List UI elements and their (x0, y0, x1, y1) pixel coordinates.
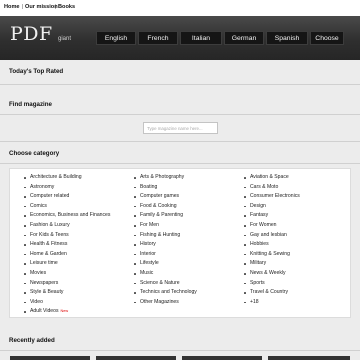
divider (0, 141, 360, 142)
category-link[interactable]: +18 (244, 298, 300, 308)
category-link[interactable]: Family & Parenting (134, 211, 197, 221)
category-link[interactable]: Sports (244, 279, 300, 289)
choose-category-heading: Choose category (9, 150, 60, 157)
lang-choose-button[interactable]: Choose (310, 31, 344, 45)
category-link[interactable]: Home & Garden (24, 250, 110, 260)
category-column-2: Arts & Photography Boating Computer game… (134, 173, 197, 307)
category-link[interactable]: Video (24, 298, 110, 308)
category-link[interactable]: Lifestyle (134, 259, 197, 269)
category-link[interactable]: Astronomy (24, 183, 110, 193)
divider (0, 163, 360, 164)
category-link-adult-videos[interactable]: Adult Videos New (24, 307, 110, 317)
lang-spanish-button[interactable]: Spanish (266, 31, 308, 45)
category-link[interactable]: Aviation & Space (244, 173, 300, 183)
category-link[interactable]: Other Magazines (134, 298, 197, 308)
category-link[interactable]: Architecture & Building (24, 173, 110, 183)
category-link[interactable]: Consumer Electronics (244, 192, 300, 202)
category-link[interactable]: Music (134, 269, 197, 279)
recent-magazine-thumbnail[interactable] (10, 356, 90, 360)
recent-magazine-thumbnail[interactable] (268, 356, 350, 360)
nav-mission-link[interactable]: Our mission (25, 4, 58, 10)
lang-french-button[interactable]: French (138, 31, 178, 45)
category-link[interactable]: Cars & Moto (244, 183, 300, 193)
top-nav: Home | Our mission | Books (0, 0, 360, 16)
category-link[interactable]: Movies (24, 269, 110, 279)
category-link[interactable]: Travel & Country (244, 288, 300, 298)
nav-books-link[interactable]: Books (58, 4, 75, 10)
category-link[interactable]: History (134, 240, 197, 250)
category-link[interactable]: Comics (24, 202, 110, 212)
divider (0, 114, 360, 115)
category-link[interactable]: For Kids & Teens (24, 231, 110, 241)
category-link[interactable]: Fishing & Hunting (134, 231, 197, 241)
category-link[interactable]: Interior (134, 250, 197, 260)
lang-italian-button[interactable]: Italian (180, 31, 222, 45)
category-link[interactable]: Boating (134, 183, 197, 193)
site-logo-subtitle: giant (58, 36, 72, 42)
category-link[interactable]: News & Weekly (244, 269, 300, 279)
category-link[interactable]: Food & Cooking (134, 202, 197, 212)
lang-german-button[interactable]: German (224, 31, 264, 45)
category-link[interactable]: Military (244, 259, 300, 269)
nav-separator: | (22, 4, 24, 10)
nav-home-link[interactable]: Home (4, 4, 20, 10)
category-link[interactable]: Gay and lesbian (244, 231, 300, 241)
category-link[interactable]: Science & Nature (134, 279, 197, 289)
recent-magazine-thumbnail[interactable] (96, 356, 176, 360)
category-link[interactable]: Computer games (134, 192, 197, 202)
category-link[interactable]: Knitting & Sewing (244, 250, 300, 260)
find-magazine-heading: Find magazine (9, 101, 52, 108)
category-link[interactable]: Style & Beauty (24, 288, 110, 298)
category-link[interactable]: Newspapers (24, 279, 110, 289)
top-rated-heading: Today's Top Rated (9, 68, 64, 75)
category-column-1: Architecture & Building Astronomy Comput… (24, 173, 110, 317)
category-link[interactable]: Fantasy (244, 211, 300, 221)
category-link[interactable]: For Women (244, 221, 300, 231)
category-link[interactable]: Design (244, 202, 300, 212)
category-link[interactable]: Hobbies (244, 240, 300, 250)
category-link[interactable]: Leisure time (24, 259, 110, 269)
category-label: Adult Videos (30, 308, 59, 315)
category-link[interactable]: Fashion & Luxury (24, 221, 110, 231)
recently-added-heading: Recently added (9, 337, 55, 344)
nav-separator: | (55, 4, 57, 10)
category-link[interactable]: Computer related (24, 192, 110, 202)
magazine-search-input[interactable]: Type magazine name here... (143, 122, 218, 134)
category-link[interactable]: Economics, Business and Finances (24, 211, 110, 221)
site-logo[interactable]: PDF (10, 23, 53, 45)
new-badge: New (60, 309, 69, 314)
category-link[interactable]: Arts & Photography (134, 173, 197, 183)
category-column-3: Aviation & Space Cars & Moto Consumer El… (244, 173, 300, 307)
lang-english-button[interactable]: English (96, 31, 136, 45)
category-link[interactable]: Health & Fitness (24, 240, 110, 250)
recent-magazine-thumbnail[interactable] (182, 356, 262, 360)
category-link[interactable]: Technics and Technology (134, 288, 197, 298)
category-panel: Architecture & Building Astronomy Comput… (9, 168, 351, 318)
divider (0, 84, 360, 85)
divider (0, 350, 360, 351)
site-header: PDF giant English French Italian German … (0, 16, 360, 60)
category-link[interactable]: For Men (134, 221, 197, 231)
